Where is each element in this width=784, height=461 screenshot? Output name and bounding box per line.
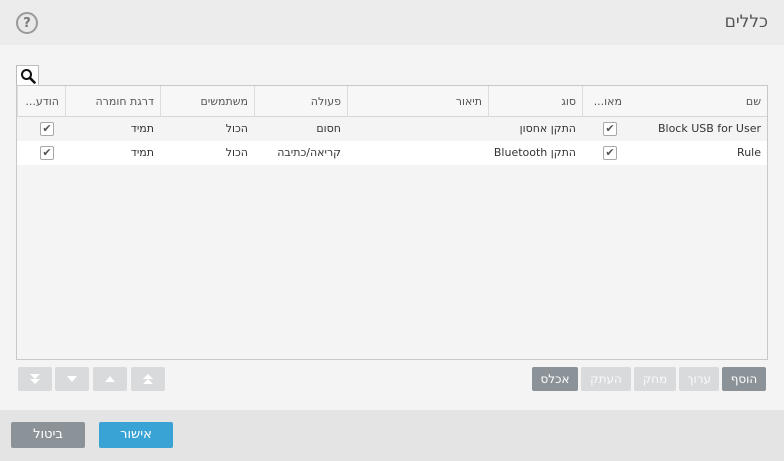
copy-button[interactable]: העתק [581, 367, 631, 391]
table-header: שם מאו... סוג תיאור פעולה משתמשים דרגת ח… [17, 86, 767, 117]
page-title: כללים [724, 12, 768, 32]
cell-description [347, 117, 488, 141]
edit-button[interactable]: ערוך [679, 367, 719, 391]
header-bar: ? כללים [0, 0, 784, 45]
cell-action: קריאה/כתיבה [277, 146, 341, 159]
footer-bar: ביטול אישור [0, 410, 784, 461]
move-top-button[interactable] [131, 367, 165, 391]
move-bottom-button[interactable] [18, 367, 52, 391]
column-header-description[interactable]: תיאור [347, 86, 488, 117]
move-down-button[interactable] [55, 367, 89, 391]
cell-name: Block USB for User [657, 122, 761, 135]
column-header-severity[interactable]: דרגת חומרה [65, 86, 160, 117]
populate-button[interactable]: אכלס [532, 367, 578, 391]
rules-table: שם מאו... סוג תיאור פעולה משתמשים דרגת ח… [16, 85, 768, 360]
column-header-action[interactable]: פעולה [254, 86, 347, 117]
cell-action: חסום [316, 122, 341, 135]
cell-users: הכול [225, 122, 248, 135]
move-top-icon [143, 374, 153, 384]
move-up-button[interactable] [93, 367, 127, 391]
checkbox-enabled[interactable]: ✔ [603, 146, 617, 160]
move-bottom-icon [30, 374, 40, 384]
checkbox-enabled[interactable]: ✔ [603, 122, 617, 136]
move-down-icon [67, 376, 77, 382]
cell-users: הכול [225, 146, 248, 159]
search-icon [20, 69, 36, 84]
help-icon[interactable]: ? [16, 12, 38, 34]
table-row[interactable]: Block USB for User ✔ התקן אחסון חסום הכו… [17, 117, 767, 141]
cancel-button[interactable]: ביטול [11, 422, 85, 448]
search-button[interactable] [16, 65, 39, 86]
checkbox-notify[interactable]: ✔ [40, 146, 54, 160]
cell-name: Rule [737, 146, 761, 159]
column-header-enabled[interactable]: מאו... [582, 86, 628, 117]
move-up-icon [105, 376, 115, 382]
column-header-users[interactable]: משתמשים [160, 86, 254, 117]
cell-severity: תמיד [130, 146, 154, 159]
ok-button[interactable]: אישור [99, 422, 173, 448]
cell-severity: תמיד [130, 122, 154, 135]
column-header-name[interactable]: שם [628, 86, 767, 117]
column-header-notify[interactable]: הודע... [17, 86, 65, 117]
cell-type: התקן אחסון [519, 122, 576, 135]
column-header-type[interactable]: סוג [488, 86, 582, 117]
delete-button[interactable]: מחק [634, 367, 676, 391]
table-row[interactable]: Rule ✔ התקן Bluetooth קריאה/כתיבה הכול ת… [17, 141, 767, 165]
cell-type: התקן Bluetooth [493, 146, 576, 159]
cell-description [347, 141, 488, 165]
checkbox-notify[interactable]: ✔ [40, 122, 54, 136]
add-button[interactable]: הוסף [722, 367, 766, 391]
